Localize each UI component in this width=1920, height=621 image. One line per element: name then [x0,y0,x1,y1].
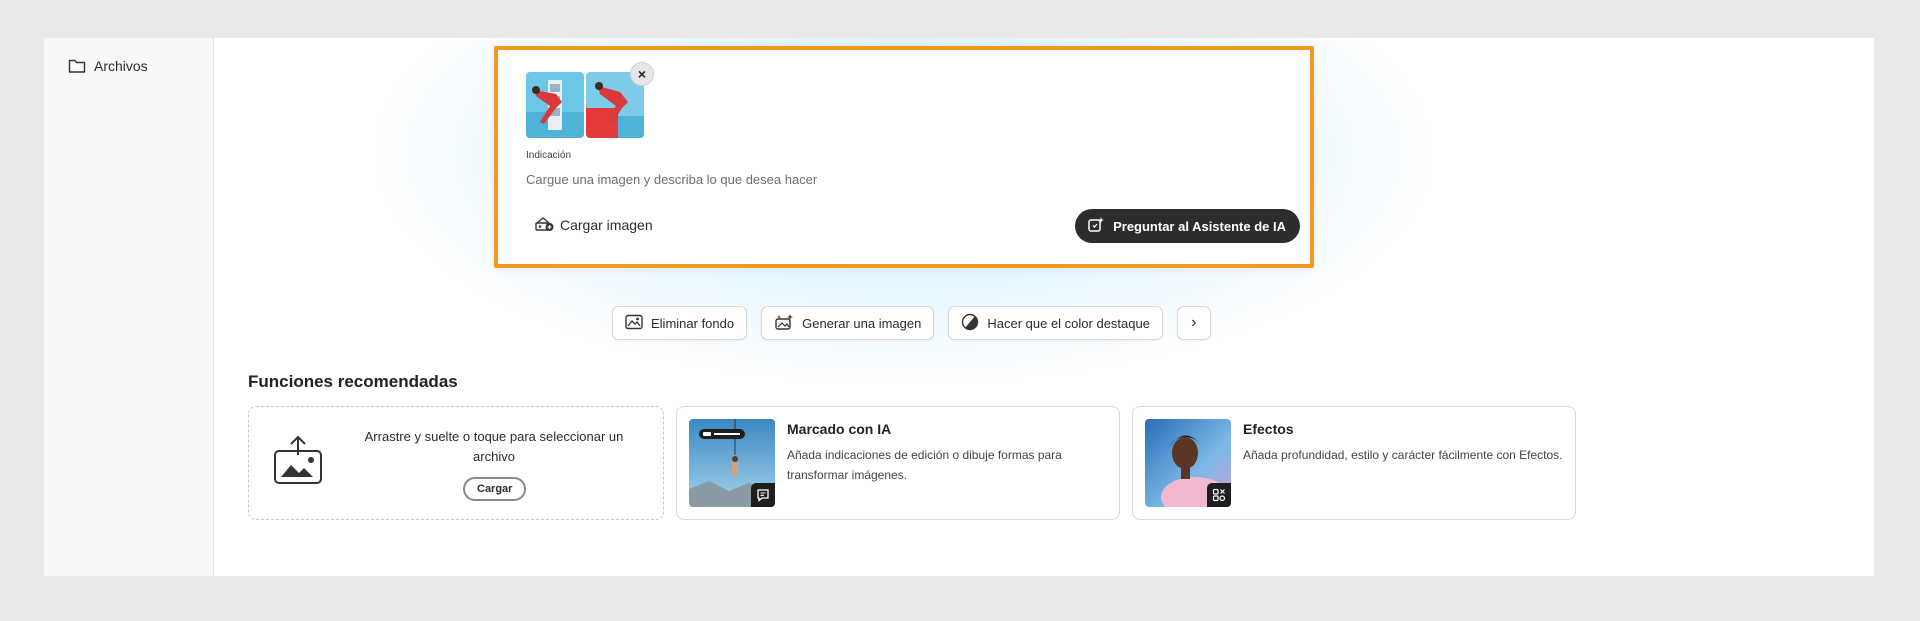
feature-title: Efectos [1243,421,1294,437]
upload-dropzone[interactable]: Arrastre y suelte o toque para seleccion… [248,406,664,520]
feature-description: Añada profundidad, estilo y carácter fác… [1243,448,1563,462]
sidebar-item-archivos[interactable]: Archivos [68,58,148,74]
upload-button[interactable]: Cargar [463,477,527,501]
generate-image-icon [774,313,794,334]
app-window: Archivos × Indicación Cargue una imagen … [44,38,1874,576]
upload-image-button[interactable]: Cargar imagen [534,214,653,235]
upload-image-icon [534,214,554,235]
chip-label: Eliminar fondo [651,315,735,331]
chips-next-button[interactable]: › [1176,306,1211,340]
chat-bubble-icon [751,483,775,507]
feature-image-ai-markup [689,419,775,507]
chip-remove-background[interactable]: Eliminar fondo [612,306,748,340]
effects-icon [1207,483,1231,507]
chip-label: Generar una imagen [802,315,922,331]
uploaded-image-thumbnails: × [526,62,654,138]
prompt-input[interactable] [526,168,1286,190]
sidebar: Archivos [44,38,214,576]
upload-image-label: Cargar imagen [560,216,653,233]
feature-card-ai-markup[interactable]: Marcado con IA Añada indicaciones de edi… [676,406,1120,520]
feature-card-effects[interactable]: Efectos Añada profundidad, estilo y cará… [1132,406,1576,520]
folder-icon [68,58,86,74]
chip-color-pop[interactable]: Hacer que el color destaque [948,306,1163,340]
ask-ai-assistant-label: Preguntar al Asistente de IA [1113,218,1286,234]
section-title: Funciones recomendadas [248,372,458,391]
upload-image-icon [271,433,325,492]
chip-label: Hacer que el color destaque [987,315,1150,331]
feature-image-effects [1145,419,1231,507]
sidebar-item-label: Archivos [94,58,148,74]
chip-generate-image[interactable]: Generar una imagen [761,306,935,340]
quick-action-chips: Eliminar fondo Generar una imagen Hacer … [612,306,1211,340]
ask-ai-assistant-button[interactable]: Preguntar al Asistente de IA [1075,209,1300,243]
color-pop-icon [961,313,979,334]
remove-image-button[interactable]: × [630,62,654,86]
prompt-label: Indicación [526,150,572,161]
dropzone-text: Arrastre y suelte o toque para seleccion… [364,429,624,464]
feature-title: Marcado con IA [787,421,892,437]
recommended-cards: Arrastre y suelte o toque para seleccion… [248,406,1576,520]
ai-assistant-icon [1087,216,1105,237]
main-content: × Indicación Cargar imagen [214,38,1874,576]
prompt-card: × Indicación Cargar imagen [494,46,1314,268]
remove-background-icon [625,314,643,333]
uploaded-thumbnail-original [526,72,584,138]
feature-description: Añada indicaciones de edición o dibuje f… [787,448,1062,482]
